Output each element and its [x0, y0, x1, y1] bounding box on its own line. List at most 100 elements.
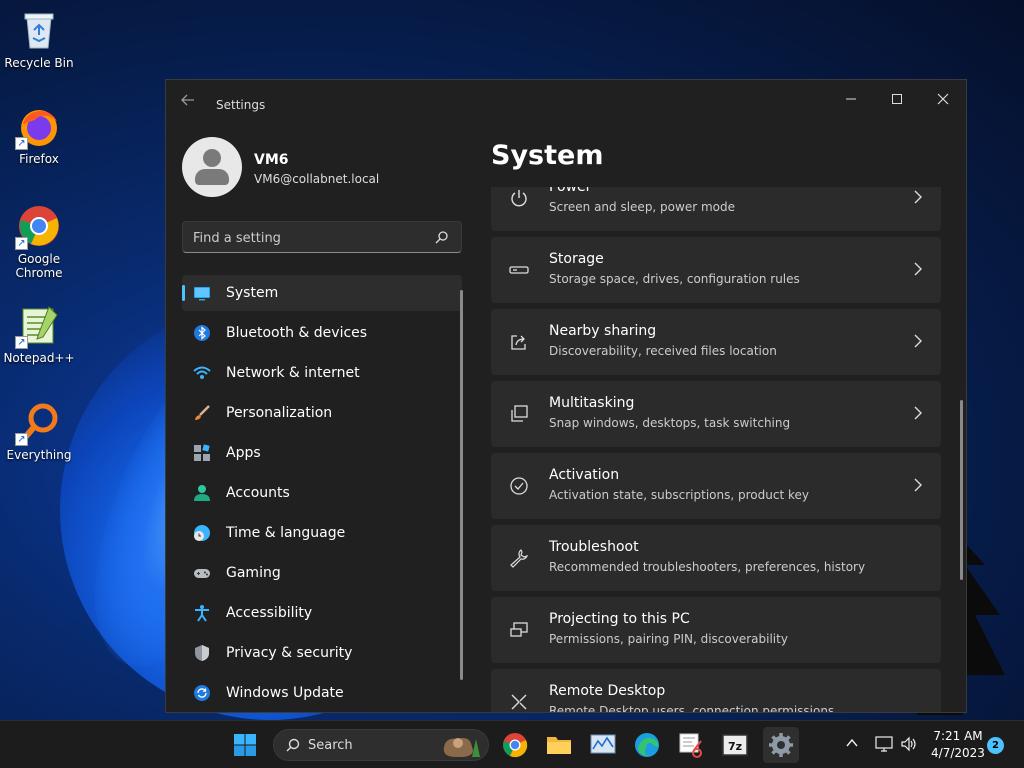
card-subtitle: Storage space, drives, configuration rul… [549, 272, 800, 286]
projector-icon [510, 622, 528, 637]
card-projecting[interactable]: Projecting to this PC Permissions, pairi… [491, 597, 941, 663]
close-button[interactable] [920, 86, 966, 116]
sidebar-item-accounts[interactable]: Accounts [182, 475, 462, 511]
sidebar-item-privacy-security[interactable]: Privacy & security [182, 635, 462, 671]
bluetooth-icon [194, 325, 210, 341]
sidebar-item-system[interactable]: System [182, 275, 462, 311]
sidebar-item-label: Accounts [226, 485, 290, 501]
notification-badge[interactable]: 2 [987, 737, 1004, 754]
wrench-icon [510, 549, 529, 568]
find-setting-search[interactable] [182, 221, 462, 253]
resource-monitor-icon[interactable] [589, 731, 617, 759]
card-title: Projecting to this PC [549, 611, 690, 627]
shortcut-arrow-icon: ↗ [15, 137, 28, 150]
taskbar-search[interactable]: Search [273, 729, 489, 761]
profile-name: VM6 [254, 152, 289, 168]
shortcut-arrow-icon: ↗ [15, 433, 28, 446]
minimize-button[interactable] [828, 86, 874, 116]
snipping-tool-icon[interactable] [677, 731, 705, 759]
desktop-icon-firefox[interactable]: ↗ Firefox [1, 104, 77, 166]
shield-icon [195, 645, 209, 661]
network-icon[interactable] [875, 736, 893, 752]
remote-desktop-icon [511, 694, 527, 710]
shortcut-arrow-icon: ↗ [15, 237, 28, 250]
sidebar-item-bluetooth[interactable]: Bluetooth & devices [182, 315, 462, 351]
clock-time[interactable]: 7:21 AM [920, 729, 996, 743]
chrome-icon[interactable] [501, 731, 529, 759]
recycle-bin-icon [17, 8, 61, 52]
chevron-right-icon [914, 262, 922, 276]
card-multitasking[interactable]: Multitasking Snap windows, desktops, tas… [491, 381, 941, 447]
maximize-button[interactable] [874, 86, 920, 116]
card-troubleshoot[interactable]: Troubleshoot Recommended troubleshooters… [491, 525, 941, 591]
card-subtitle: Screen and sleep, power mode [549, 200, 735, 214]
chrome-icon: ↗ [15, 204, 61, 250]
apps-icon [194, 444, 210, 461]
card-remote-desktop[interactable]: Remote Desktop Remote Desktop users, con… [491, 669, 941, 712]
sidebar-scrollbar[interactable] [460, 290, 463, 680]
card-power[interactable]: Power Screen and sleep, power mode [491, 187, 941, 231]
clock-date[interactable]: 4/7/2023 [920, 746, 996, 760]
minimize-icon [846, 98, 856, 100]
accessibility-icon [195, 605, 209, 622]
card-activation[interactable]: Activation Activation state, subscriptio… [491, 453, 941, 519]
card-subtitle: Activation state, subscriptions, product… [549, 488, 809, 502]
update-icon [194, 685, 210, 701]
desktop-icon-everything[interactable]: ↗ Everything [1, 400, 77, 462]
sidebar-item-windows-update[interactable]: Windows Update [182, 675, 462, 711]
desktop-icon-label: Firefox [19, 152, 59, 166]
back-button[interactable] [180, 92, 202, 110]
sidebar-item-time-language[interactable]: Time & language [182, 515, 462, 551]
check-circle-icon [510, 477, 528, 495]
settings-content: Power Screen and sleep, power mode Stora… [491, 187, 941, 712]
volume-icon[interactable] [900, 736, 918, 752]
card-title: Multitasking [549, 395, 635, 411]
settings-taskbar-button[interactable] [763, 727, 799, 763]
profile-email: VM6@collabnet.local [254, 172, 380, 186]
card-nearby-sharing[interactable]: Nearby sharing Discoverability, received… [491, 309, 941, 375]
sidebar-item-label: Windows Update [226, 685, 344, 701]
avatar[interactable] [182, 137, 242, 197]
sidebar-item-apps[interactable]: Apps [182, 435, 462, 471]
content-scrollbar[interactable] [960, 400, 963, 580]
power-icon [511, 190, 527, 207]
gear-icon [769, 733, 793, 757]
desktop-icon-chrome[interactable]: ↗ Google Chrome [1, 204, 77, 280]
card-storage[interactable]: Storage Storage space, drives, configura… [491, 237, 941, 303]
sidebar-item-accessibility[interactable]: Accessibility [182, 595, 462, 631]
desktop-icon-recycle-bin[interactable]: Recycle Bin [1, 8, 77, 70]
sidebar-item-gaming[interactable]: Gaming [182, 555, 462, 591]
desktop-icon-notepadpp[interactable]: ↗ Notepad++ [1, 303, 77, 365]
person-icon [194, 485, 210, 501]
card-subtitle: Permissions, pairing PIN, discoverabilit… [549, 632, 788, 646]
arrow-left-icon [181, 94, 194, 106]
share-icon [511, 335, 526, 350]
storage-icon [509, 266, 529, 274]
sidebar-item-personalization[interactable]: Personalization [182, 395, 462, 431]
7zip-icon[interactable]: 7z [721, 731, 749, 759]
gamepad-icon [194, 569, 210, 578]
notepadpp-icon: ↗ [15, 303, 61, 349]
sidebar-item-label: Time & language [226, 525, 346, 541]
chevron-up-icon[interactable] [846, 737, 858, 749]
globe-clock-icon [194, 525, 210, 541]
chevron-right-icon [914, 190, 922, 204]
search-icon[interactable] [435, 230, 449, 244]
card-title: Power [549, 187, 592, 195]
window-title: Settings [216, 98, 266, 112]
windows-start-icon[interactable] [233, 733, 257, 757]
edge-icon[interactable] [633, 731, 661, 759]
sidebar-item-label: Network & internet [226, 365, 360, 381]
chevron-right-icon [914, 334, 922, 348]
desktop-icon-label: Notepad++ [3, 351, 75, 365]
sidebar-item-network[interactable]: Network & internet [182, 355, 462, 391]
magnifier-icon: ↗ [15, 400, 61, 446]
title-bar[interactable]: Settings [166, 80, 966, 120]
file-explorer-icon[interactable] [545, 731, 573, 759]
maximize-icon [892, 94, 902, 104]
desktop-icon-label: Google Chrome [15, 252, 63, 280]
sidebar-item-label: Gaming [226, 565, 281, 581]
sidebar-nav: System Bluetooth & devices Network & int… [182, 275, 462, 712]
search-input[interactable] [193, 228, 423, 248]
page-title: System [491, 140, 604, 171]
